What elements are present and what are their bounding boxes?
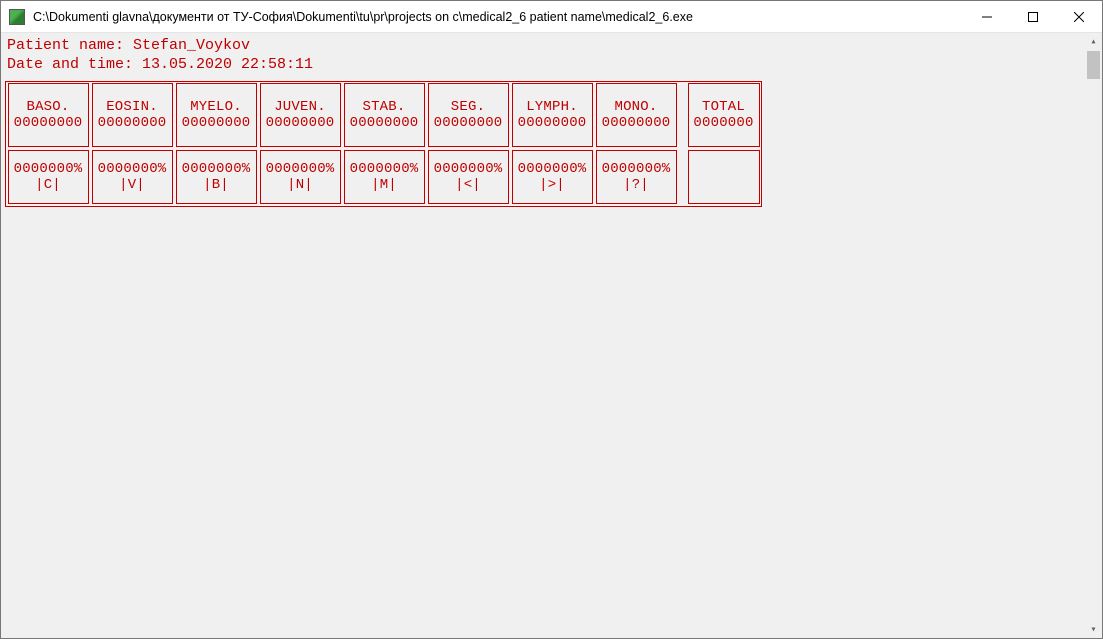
cell-seg-key: 0000000%|<| [428,150,509,204]
cell-juven-label: JUVEN.00000000 [260,83,341,147]
cell-juven-key: 0000000%|N| [260,150,341,204]
title-bar: C:\Dokumenti glavna\документи от ТУ-Софи… [1,1,1102,33]
window-controls [964,1,1102,32]
cell-stab-key: 0000000%|M| [344,150,425,204]
vertical-scrollbar[interactable]: ▴ ▾ [1085,33,1102,638]
cell-eosin-label: EOSIN.00000000 [92,83,173,147]
client-area: Patient name: Stefan_Voykov Date and tim… [1,33,1102,638]
scroll-down-icon[interactable]: ▾ [1085,621,1102,638]
close-icon [1074,12,1084,22]
cell-total-label: TOTAL0000000 [688,83,760,147]
cell-myelo-key: 0000000%|B| [176,150,257,204]
scroll-up-icon[interactable]: ▴ [1085,33,1102,50]
cell-baso-key: 0000000%|C| [8,150,89,204]
cell-myelo-label: MYELO.00000000 [176,83,257,147]
minimize-icon [982,12,992,22]
scroll-thumb[interactable] [1087,51,1100,79]
header-block: Patient name: Stefan_Voykov Date and tim… [1,33,1102,81]
grid-row-labels: BASO.00000000 EOSIN.00000000 MYELO.00000… [6,82,761,149]
grid-gap [678,83,686,147]
cell-lymph-key: 0000000%|>| [512,150,593,204]
cell-mono-key: 0000000%|?| [596,150,677,204]
minimize-button[interactable] [964,1,1010,32]
counter-grid: BASO.00000000 EOSIN.00000000 MYELO.00000… [5,81,762,207]
cell-eosin-key: 0000000%|V| [92,150,173,204]
grid-gap-2 [678,150,686,204]
maximize-icon [1028,12,1038,22]
datetime-line: Date and time: 13.05.2020 22:58:11 [7,56,313,73]
maximize-button[interactable] [1010,1,1056,32]
close-button[interactable] [1056,1,1102,32]
cell-stab-label: STAB.00000000 [344,83,425,147]
cell-seg-label: SEG.00000000 [428,83,509,147]
app-icon [9,9,25,25]
cell-lymph-label: LYMPH.00000000 [512,83,593,147]
grid-row-keys: 0000000%|C| 0000000%|V| 0000000%|B| 0000… [6,149,761,206]
cell-baso-label: BASO.00000000 [8,83,89,147]
cell-mono-label: MONO.00000000 [596,83,677,147]
window-title: C:\Dokumenti glavna\документи от ТУ-Софи… [33,10,964,24]
cell-total-empty [688,150,760,204]
patient-name-line: Patient name: Stefan_Voykov [7,37,250,54]
